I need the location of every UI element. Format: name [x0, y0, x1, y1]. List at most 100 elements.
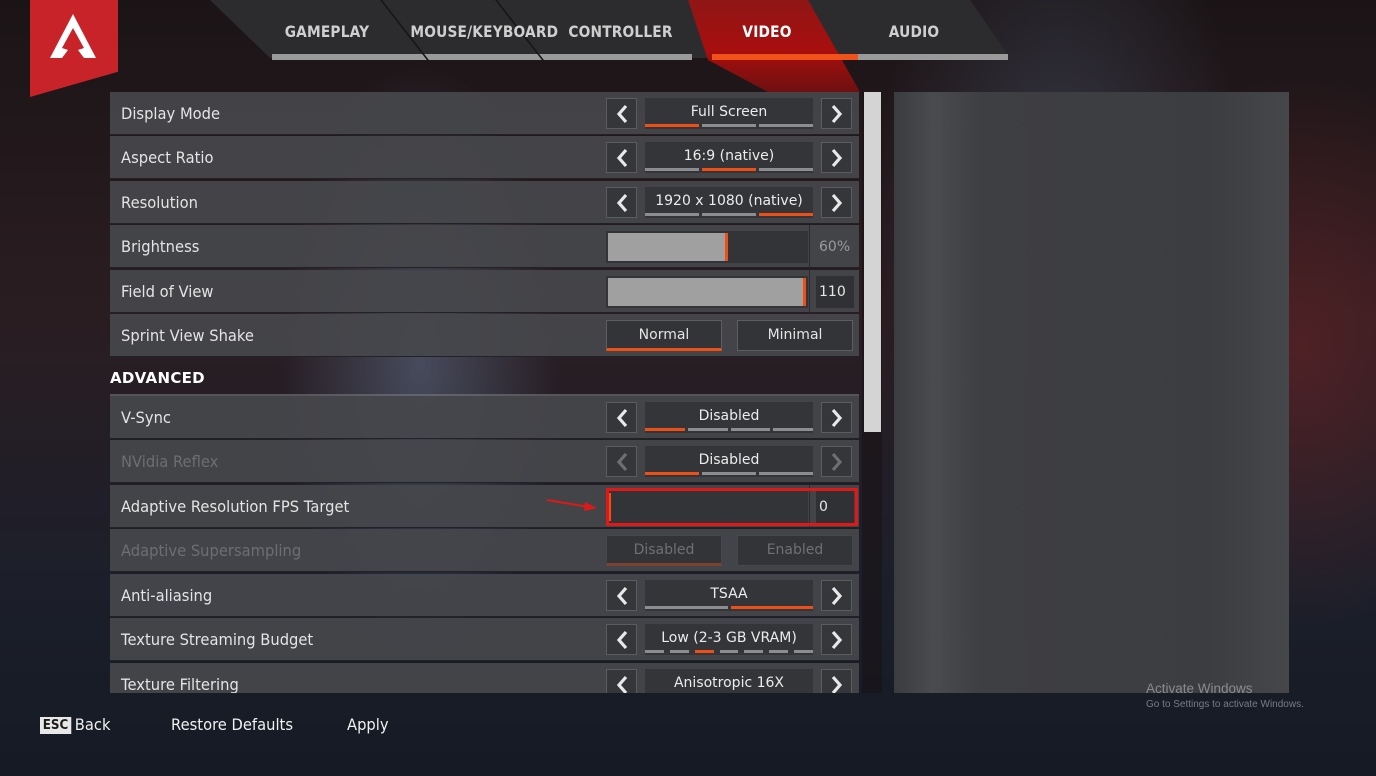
- setting-label: Brightness: [121, 237, 200, 256]
- chevron-right-icon: [831, 452, 842, 471]
- setting-label: Sprint View Shake: [121, 326, 254, 345]
- setting-texture-filtering: Texture Filtering Anisotropic 16X: [110, 663, 859, 693]
- chevron-left-icon: [616, 193, 627, 212]
- apply-button[interactable]: Apply: [347, 715, 389, 734]
- option-minimal-button[interactable]: Minimal: [737, 320, 853, 351]
- previous-option-button[interactable]: [606, 142, 637, 173]
- next-option-button[interactable]: [821, 187, 852, 218]
- setting-texture-streaming-budget: Texture Streaming Budget Low (2-3 GB VRA…: [110, 618, 859, 661]
- divider: [809, 485, 810, 528]
- previous-option-button[interactable]: [606, 624, 637, 655]
- chevron-right-icon: [831, 408, 842, 427]
- tab-video[interactable]: VIDEO: [732, 22, 803, 52]
- annotation-arrow-icon: [546, 499, 597, 511]
- previous-option-button[interactable]: [606, 580, 637, 611]
- setting-label: Texture Filtering: [121, 675, 239, 693]
- slider-value: 60%: [819, 239, 851, 255]
- previous-option-button[interactable]: [606, 402, 637, 433]
- option-value: TSAA: [645, 580, 813, 611]
- chevron-left-icon: [616, 586, 627, 605]
- option-indicator: [645, 650, 814, 653]
- setting-vsync: V-Sync Disabled: [110, 396, 859, 439]
- next-option-button[interactable]: [821, 669, 852, 693]
- option-value: Disabled: [645, 446, 813, 477]
- option-value-text: Full Screen: [690, 104, 768, 120]
- tab-audio[interactable]: AUDIO: [881, 22, 946, 52]
- option-disabled-button: Disabled: [606, 535, 722, 566]
- previous-option-button[interactable]: [606, 187, 637, 218]
- option-value-text: Disabled: [698, 452, 760, 468]
- setting-adaptive-resolution-fps-target: Adaptive Resolution FPS Target 0: [110, 485, 859, 528]
- option-indicator: [645, 124, 813, 127]
- chevron-left-icon: [616, 675, 627, 693]
- setting-anti-aliasing: Anti-aliasing TSAA: [110, 574, 859, 617]
- fov-slider[interactable]: [606, 276, 808, 308]
- divider: [809, 225, 810, 268]
- chevron-right-icon: [831, 104, 842, 123]
- chevron-left-icon: [616, 452, 627, 471]
- slider-fill: [608, 233, 726, 261]
- option-value-text: Anisotropic 16X: [673, 675, 785, 691]
- option-indicator: [645, 213, 813, 216]
- option-value: 1920 x 1080 (native): [645, 187, 813, 218]
- option-value-text: 16:9 (native): [683, 148, 775, 164]
- next-option-button[interactable]: [821, 142, 852, 173]
- adaptive-fps-slider[interactable]: [606, 491, 808, 523]
- next-option-button[interactable]: [821, 402, 852, 433]
- slider-handle[interactable]: [725, 233, 728, 261]
- option-indicator: [645, 428, 813, 431]
- option-value-text: Disabled: [698, 408, 760, 424]
- option-indicator: [645, 606, 813, 609]
- option-indicator: [645, 472, 813, 475]
- option-value-text: 1920 x 1080 (native): [655, 193, 803, 209]
- chevron-left-icon: [616, 408, 627, 427]
- esc-key-badge: ESC: [40, 717, 72, 734]
- setting-brightness: Brightness 60%: [110, 225, 859, 268]
- next-option-button[interactable]: [821, 624, 852, 655]
- tab-underline: [858, 54, 1008, 60]
- setting-label: Anti-aliasing: [121, 586, 213, 605]
- setting-nvidia-reflex: NVidia Reflex Disabled: [110, 440, 859, 483]
- setting-label: Adaptive Resolution FPS Target: [121, 497, 350, 516]
- tab-gameplay[interactable]: GAMEPLAY: [280, 22, 375, 52]
- chevron-right-icon: [831, 148, 842, 167]
- option-value-text: TSAA: [710, 586, 748, 602]
- slider-handle[interactable]: [803, 278, 806, 306]
- chevron-left-icon: [616, 148, 627, 167]
- slider-handle[interactable]: [608, 493, 611, 521]
- option-indicator: [645, 168, 813, 171]
- setting-label: Texture Streaming Budget: [121, 630, 314, 649]
- setting-preview-panel: [894, 92, 1289, 693]
- previous-option-button[interactable]: [606, 669, 637, 693]
- tab-underline: [272, 54, 692, 60]
- previous-option-button[interactable]: [606, 98, 637, 129]
- divider: [809, 270, 810, 313]
- option-normal-button[interactable]: Normal: [606, 320, 722, 351]
- section-title-advanced: ADVANCED: [110, 369, 205, 387]
- scrollbar-thumb[interactable]: [864, 92, 881, 432]
- setting-label: Adaptive Supersampling: [121, 541, 302, 560]
- settings-list: Display Mode Full Screen Aspect Ratio 16…: [110, 92, 859, 693]
- option-enabled-button: Enabled: [737, 535, 853, 566]
- setting-label: Resolution: [121, 193, 198, 212]
- chevron-left-icon: [616, 104, 627, 123]
- setting-label: Aspect Ratio: [121, 148, 214, 167]
- chevron-right-icon: [831, 586, 842, 605]
- option-value-text: Low (2-3 GB VRAM): [661, 630, 797, 646]
- chevron-right-icon: [831, 675, 842, 693]
- chevron-left-icon: [616, 630, 627, 649]
- chevron-right-icon: [831, 193, 842, 212]
- next-option-button[interactable]: [821, 580, 852, 611]
- next-option-button[interactable]: [821, 98, 852, 129]
- tab-mouse-keyboard[interactable]: MOUSE/KEYBOARD: [410, 22, 558, 52]
- tab-bar: GAMEPLAY MOUSE/KEYBOARD CONTROLLER VIDEO…: [0, 0, 1376, 92]
- back-button[interactable]: ESC Back: [40, 715, 111, 734]
- chevron-right-icon: [831, 630, 842, 649]
- restore-defaults-button[interactable]: Restore Defaults: [171, 715, 293, 734]
- slider-value: 110: [816, 276, 854, 308]
- option-value: Anisotropic 16X: [645, 669, 813, 693]
- option-value: Low (2-3 GB VRAM): [645, 624, 814, 655]
- tab-controller[interactable]: CONTROLLER: [568, 22, 672, 52]
- brightness-slider[interactable]: [606, 231, 808, 263]
- previous-option-button: [606, 446, 637, 477]
